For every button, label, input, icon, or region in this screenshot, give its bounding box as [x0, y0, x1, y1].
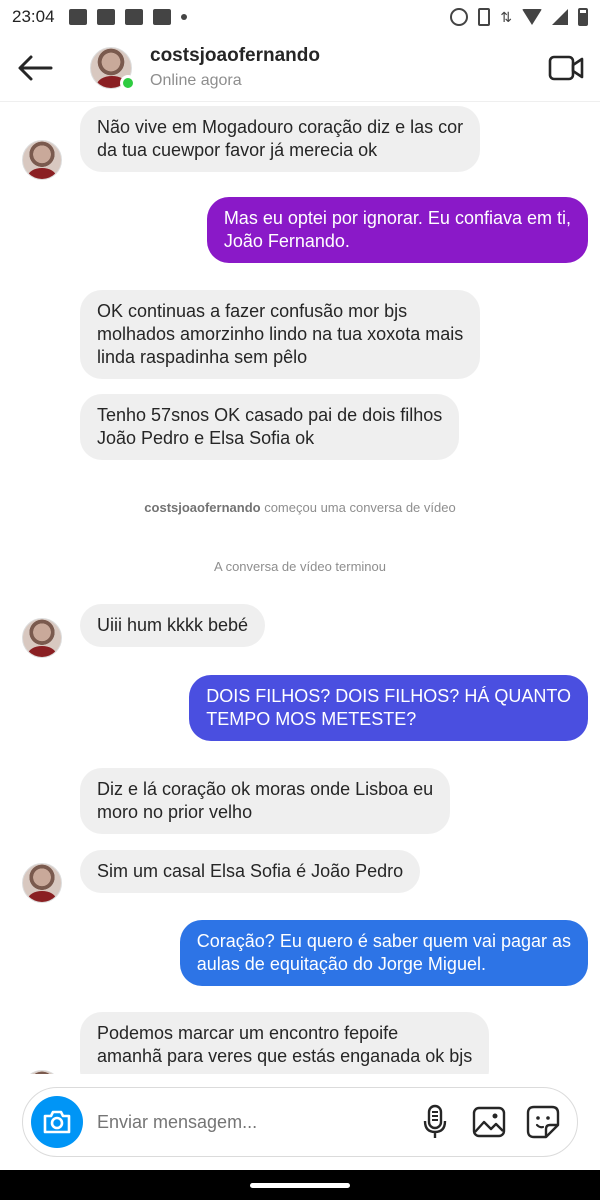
battery-icon	[578, 8, 588, 26]
back-button[interactable]	[0, 34, 70, 102]
message-text-line: linda raspadinha sem pêlo	[97, 347, 308, 367]
message-incoming[interactable]: Não vive em Mogadouro coração diz e las …	[80, 106, 481, 172]
message-incoming[interactable]: Diz e lá coração ok moras onde Lisboa eu…	[80, 768, 451, 834]
message-text-line: Podemos marcar um encontro fepoife	[97, 1023, 399, 1043]
message-input[interactable]	[97, 1111, 415, 1133]
sender-avatar[interactable]	[22, 1070, 62, 1074]
camera-button[interactable]	[31, 1096, 83, 1148]
news-notification-icon	[96, 9, 115, 25]
message-incoming[interactable]: Uiii hum kkkk bebé	[80, 604, 266, 647]
message-text-line: amanhã para veres que estás enganada ok …	[97, 1046, 473, 1066]
message-list[interactable]: Não vive em Mogadouro coração diz e las …	[0, 102, 600, 1074]
vibrate-icon	[478, 8, 491, 26]
voice-message-button[interactable]	[415, 1102, 455, 1142]
sender-avatar[interactable]	[22, 863, 62, 903]
image-icon	[472, 1106, 506, 1138]
online-indicator	[120, 74, 136, 91]
instagram-notification-icon	[124, 9, 143, 25]
contact-status: Online agora	[150, 72, 242, 89]
message-text-line: João Fernando.	[223, 231, 350, 251]
message-incoming[interactable]: Sim um casal Elsa Sofia é João Pedro	[80, 850, 421, 893]
message-composer	[22, 1087, 578, 1157]
message-text-line: Mas eu optei por ignorar. Eu confiava em…	[223, 208, 571, 228]
system-message-video-ended: A conversa de vídeo terminou	[214, 559, 386, 574]
status-time: 23:04	[12, 7, 55, 26]
video-call-button[interactable]	[548, 53, 584, 83]
signal-icon	[552, 9, 568, 25]
message-outgoing[interactable]: DOIS FILHOS? DOIS FILHOS? HÁ QUANTO TEMP…	[189, 675, 588, 741]
message-text-line: OK continuas a fazer confusão mor bjs	[97, 301, 408, 321]
system-message-video-started: costsjoaofernando começou uma conversa d…	[0, 500, 600, 515]
camera-icon	[43, 1110, 71, 1134]
contact-avatar[interactable]	[90, 46, 136, 91]
message-incoming[interactable]: Podemos marcar um encontro fepoife amanh…	[80, 1012, 490, 1074]
more-notifications-icon	[180, 14, 187, 20]
message-text-line: TEMPO MOS METESTE?	[206, 709, 417, 729]
message-text-line: Diz e lá coração ok moras onde Lisboa eu	[97, 779, 434, 799]
data-arrows-icon: ⇅	[500, 8, 512, 25]
microphone-icon	[423, 1104, 447, 1138]
gallery-button[interactable]	[469, 1102, 509, 1142]
message-outgoing[interactable]: Coração? Eu quero é saber quem vai pagar…	[179, 920, 588, 986]
system-navigation-bar	[0, 1170, 600, 1200]
message-outgoing[interactable]: Mas eu optei por ignorar. Eu confiava em…	[206, 197, 588, 263]
sticker-icon	[526, 1105, 560, 1139]
status-bar: 23:04 ⇅	[0, 0, 600, 34]
home-gesture-handle[interactable]	[250, 1183, 350, 1188]
video-camera-icon	[548, 55, 584, 80]
message-text-line: DOIS FILHOS? DOIS FILHOS? HÁ QUANTO	[206, 686, 571, 706]
sticker-button[interactable]	[523, 1102, 563, 1142]
system-message-user: costsjoaofernando	[144, 500, 261, 515]
message-text-line: Sim um casal Elsa Sofia é João Pedro	[97, 861, 404, 881]
gallery-notification-icon	[68, 9, 87, 25]
app-notification-icon	[152, 9, 171, 25]
message-text-line: da tua cuewpor favor já merecia ok	[97, 140, 378, 160]
system-message-text: começou uma conversa de vídeo	[260, 500, 456, 515]
message-text-line: Tenho 57snos OK casado pai de dois filho…	[97, 405, 443, 425]
alarm-icon	[450, 8, 469, 26]
contact-info[interactable]: costsjoaofernando Online agora	[150, 45, 320, 90]
message-incoming[interactable]: Tenho 57snos OK casado pai de dois filho…	[80, 394, 460, 460]
message-incoming[interactable]: OK continuas a fazer confusão mor bjs mo…	[80, 290, 481, 379]
message-text-line: Coração? Eu quero é saber quem vai pagar…	[196, 931, 571, 951]
message-text-line: Uiii hum kkkk bebé	[97, 615, 249, 635]
notification-icons	[68, 9, 187, 25]
chat-header: costsjoaofernando Online agora	[0, 34, 600, 102]
message-text-line: Não vive em Mogadouro coração diz e las …	[97, 117, 464, 137]
message-text-line: aulas de equitação do Jorge Miguel.	[196, 954, 486, 974]
message-text-line: moro no prior velho	[97, 802, 253, 822]
sender-avatar[interactable]	[22, 618, 62, 658]
system-icons: ⇅	[450, 8, 588, 26]
message-text-line: molhados amorzinho lindo na tua xoxota m…	[97, 324, 464, 344]
contact-username: costsjoaofernando	[150, 45, 320, 66]
wifi-icon	[522, 9, 542, 25]
sender-avatar[interactable]	[22, 140, 62, 180]
message-text-line: João Pedro e Elsa Sofia ok	[97, 428, 315, 448]
arrow-left-icon	[18, 55, 53, 80]
